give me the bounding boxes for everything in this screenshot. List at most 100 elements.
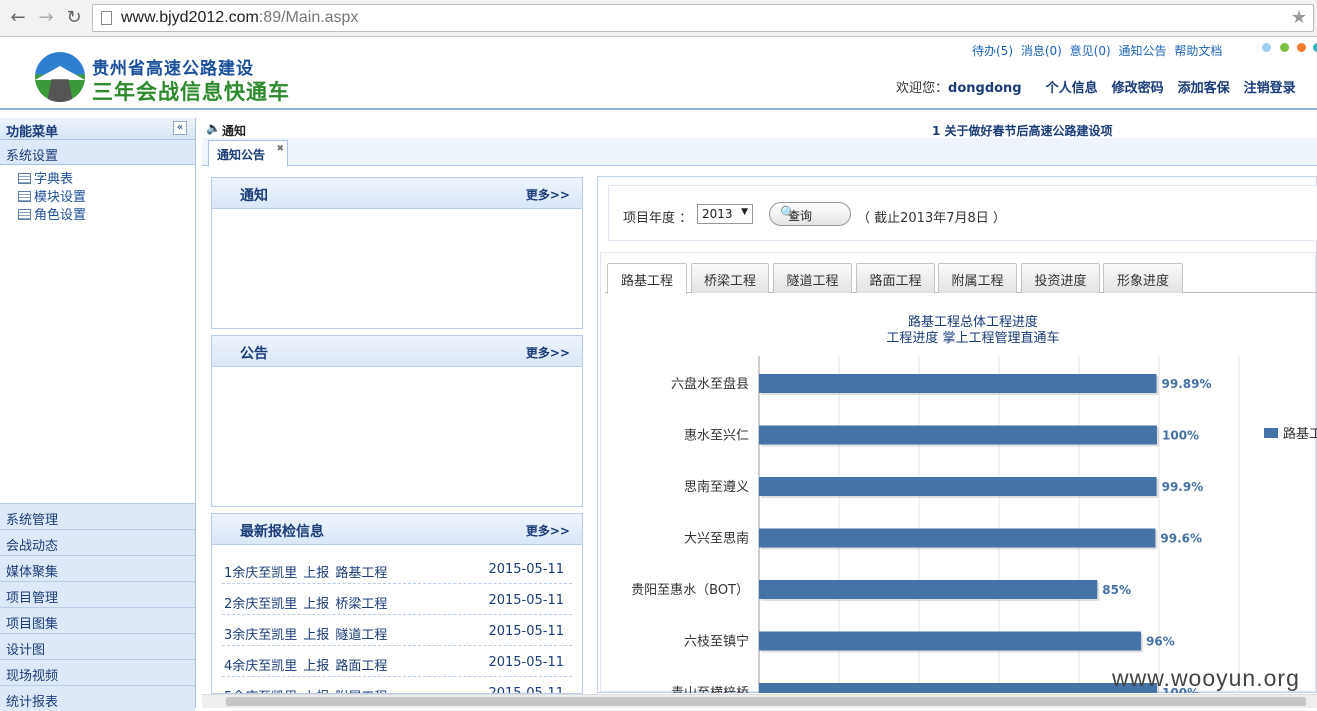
- bar: [759, 683, 1157, 693]
- report-list: 1余庆至凯里 上报 路基工程 2015-05-11 2余庆至凯里 上报 桥梁工程 2015-0…: [212, 553, 582, 694]
- sidebar-item-module-settings[interactable]: 模块设置: [0, 186, 195, 205]
- theme-teal-icon[interactable]: [1313, 43, 1317, 52]
- sidebar-item-dictionary[interactable]: 字典表: [0, 168, 195, 187]
- more-link[interactable]: 更多>>: [526, 344, 570, 361]
- notice-marquee[interactable]: 1 关于做好春节后高速公路建设项: [932, 122, 1113, 139]
- table-icon: [18, 173, 31, 184]
- report-text[interactable]: 1余庆至凯里 上报 路基工程: [224, 562, 393, 581]
- bar: [759, 477, 1157, 496]
- tab-ancillary[interactable]: 附属工程: [938, 263, 1017, 293]
- report-text[interactable]: 4余庆至凯里 上报 路面工程: [224, 655, 393, 674]
- feedback-link[interactable]: 意见(0): [1070, 44, 1111, 58]
- username: dongdong: [948, 81, 1022, 96]
- sidebar-section-media[interactable]: 媒体聚集: [0, 555, 195, 581]
- progress-chart: 路基工程总体工程进度工程进度 掌上工程管理直通车六盘水至盘县 99.89% 惠水至兴…: [631, 314, 1317, 693]
- report-row[interactable]: 4余庆至凯里 上报 路面工程 2015-05-11: [222, 646, 572, 677]
- help-link[interactable]: 帮助文档: [1174, 44, 1222, 58]
- speaker-icon: 🔈: [206, 121, 221, 135]
- tab-announcements[interactable]: 通知公告 ✖: [208, 140, 289, 167]
- notice-label: 通知: [222, 124, 247, 138]
- change-password-link[interactable]: 修改密码: [1112, 81, 1164, 96]
- sidebar-section-statistics[interactable]: 统计报表: [0, 685, 195, 711]
- theme-orange-icon[interactable]: [1297, 43, 1306, 52]
- sidebar: 功能菜单 « 系统设置 字典表 模块设置 角色设置 系统管理 会战动态 媒体聚集…: [0, 118, 196, 711]
- report-date: 2015-05-11: [488, 624, 564, 639]
- table-icon: [18, 191, 31, 202]
- browser-toolbar: ← → ↻ www.bjyd2012.com:89/Main.aspx ★: [0, 0, 1317, 37]
- back-arrow-icon[interactable]: ←: [6, 6, 30, 30]
- query-area: 项目年度 ： 2013 ▼ 🔍 查询 （ 截止2013年7月8日 ）: [608, 185, 1317, 241]
- report-row[interactable]: 2余庆至凯里 上报 桥梁工程 2015-05-11: [222, 584, 572, 615]
- query-button[interactable]: 🔍 查询: [769, 202, 851, 226]
- report-date: 2015-05-11: [488, 562, 564, 577]
- close-icon[interactable]: ✖: [276, 144, 284, 154]
- legend-label: 路基工: [1283, 426, 1317, 442]
- category-label: 青山至横梓桥: [671, 686, 749, 693]
- profile-link[interactable]: 个人信息: [1046, 81, 1098, 96]
- tab-investment[interactable]: 投资进度: [1021, 263, 1100, 293]
- horizontal-scrollbar[interactable]: [202, 694, 1317, 708]
- panel-title: 最新报检信息: [240, 524, 324, 540]
- tab-roadbed[interactable]: 路基工程: [607, 263, 687, 294]
- category-label: 六枝至镇宁: [684, 634, 749, 650]
- dropdown-arrow-icon: ▼: [741, 207, 748, 217]
- announcements-link[interactable]: 通知公告: [1118, 44, 1166, 58]
- sidebar-section-project-gallery[interactable]: 项目图集: [0, 607, 195, 633]
- messages-link[interactable]: 消息(0): [1021, 44, 1062, 58]
- value-label: 99.89%: [1162, 377, 1212, 391]
- panel-title: 通知: [240, 188, 268, 204]
- report-text[interactable]: 3余庆至凯里 上报 隧道工程: [224, 624, 393, 643]
- forward-arrow-icon[interactable]: →: [34, 6, 58, 30]
- bar: [759, 374, 1157, 393]
- top-links: 待办(5) 消息(0) 意见(0) 通知公告 帮助文档: [972, 42, 1226, 59]
- sidebar-section-site-video[interactable]: 现场视频: [0, 659, 195, 685]
- notice-panel: 通知 更多>>: [211, 177, 583, 329]
- sidebar-section-project-management[interactable]: 项目管理: [0, 581, 195, 607]
- value-label: 85%: [1102, 583, 1131, 597]
- todo-link[interactable]: 待办(5): [972, 44, 1013, 58]
- report-text[interactable]: 5余庆至凯里上报附属工程: [224, 686, 393, 693]
- legend-swatch: [1264, 428, 1278, 438]
- category-label: 大兴至思南: [684, 531, 749, 547]
- sidebar-section-design-drawings[interactable]: 设计图: [0, 633, 195, 659]
- logo-title-line2: 三年会战信息快通车: [92, 80, 290, 104]
- report-date: 2015-05-11: [488, 686, 564, 694]
- report-row[interactable]: 5余庆至凯里上报附属工程 2015-05-11: [222, 677, 572, 694]
- category-label: 惠水至兴仁: [684, 429, 749, 444]
- report-date: 2015-05-11: [488, 593, 564, 608]
- tab-image-progress[interactable]: 形象进度: [1103, 263, 1183, 293]
- sidebar-item-role-settings[interactable]: 角色设置: [0, 204, 195, 223]
- search-icon: 🔍: [780, 206, 797, 221]
- chart-tabs: 路基工程 桥梁工程 隧道工程 路面工程 附属工程 投资进度 形象进度: [605, 261, 1317, 294]
- tab-tunnel[interactable]: 隧道工程: [773, 263, 852, 293]
- bookmark-star-icon[interactable]: ★: [1291, 7, 1307, 28]
- year-select[interactable]: 2013 ▼: [697, 204, 753, 224]
- chart-title: 路基工程总体工程进度: [908, 314, 1038, 330]
- bar: [759, 631, 1142, 651]
- value-label: 99.6%: [1160, 532, 1202, 546]
- collapse-icon[interactable]: «: [173, 121, 187, 135]
- report-row[interactable]: 3余庆至凯里 上报 隧道工程 2015-05-11: [222, 615, 572, 646]
- reload-icon[interactable]: ↻: [62, 6, 86, 30]
- tab-pavement[interactable]: 路面工程: [856, 263, 935, 293]
- add-guest-link[interactable]: 添加客保: [1178, 81, 1230, 96]
- watermark: www.wooyun.org: [1112, 665, 1300, 691]
- category-label: 贵阳至惠水（BOT）: [631, 583, 749, 598]
- sidebar-section-system-management[interactable]: 系统管理: [0, 503, 195, 529]
- theme-blue-icon[interactable]: [1262, 43, 1271, 52]
- bar: [759, 580, 1098, 599]
- theme-green-icon[interactable]: [1280, 43, 1289, 52]
- logout-link[interactable]: 注销登录: [1244, 81, 1296, 96]
- more-link[interactable]: 更多>>: [526, 186, 570, 203]
- more-link[interactable]: 更多>>: [526, 522, 570, 539]
- year-label: 项目年度 ：: [623, 211, 693, 226]
- scrollbar-thumb[interactable]: [226, 697, 1306, 706]
- report-row[interactable]: 1余庆至凯里 上报 路基工程 2015-05-11: [222, 553, 572, 584]
- chart-subtitle: 工程进度 掌上工程管理直通车: [886, 330, 1059, 346]
- tab-bridge[interactable]: 桥梁工程: [691, 263, 769, 293]
- site-header: 贵州省高速公路建设 三年会战信息快通车 待办(5) 消息(0) 意见(0) 通知…: [0, 38, 1317, 110]
- address-bar[interactable]: www.bjyd2012.com:89/Main.aspx ★: [92, 4, 1314, 32]
- sidebar-section-system-settings[interactable]: 系统设置: [0, 140, 195, 165]
- sidebar-section-campaign-news[interactable]: 会战动态: [0, 529, 195, 555]
- report-text[interactable]: 2余庆至凯里 上报 桥梁工程: [224, 593, 393, 612]
